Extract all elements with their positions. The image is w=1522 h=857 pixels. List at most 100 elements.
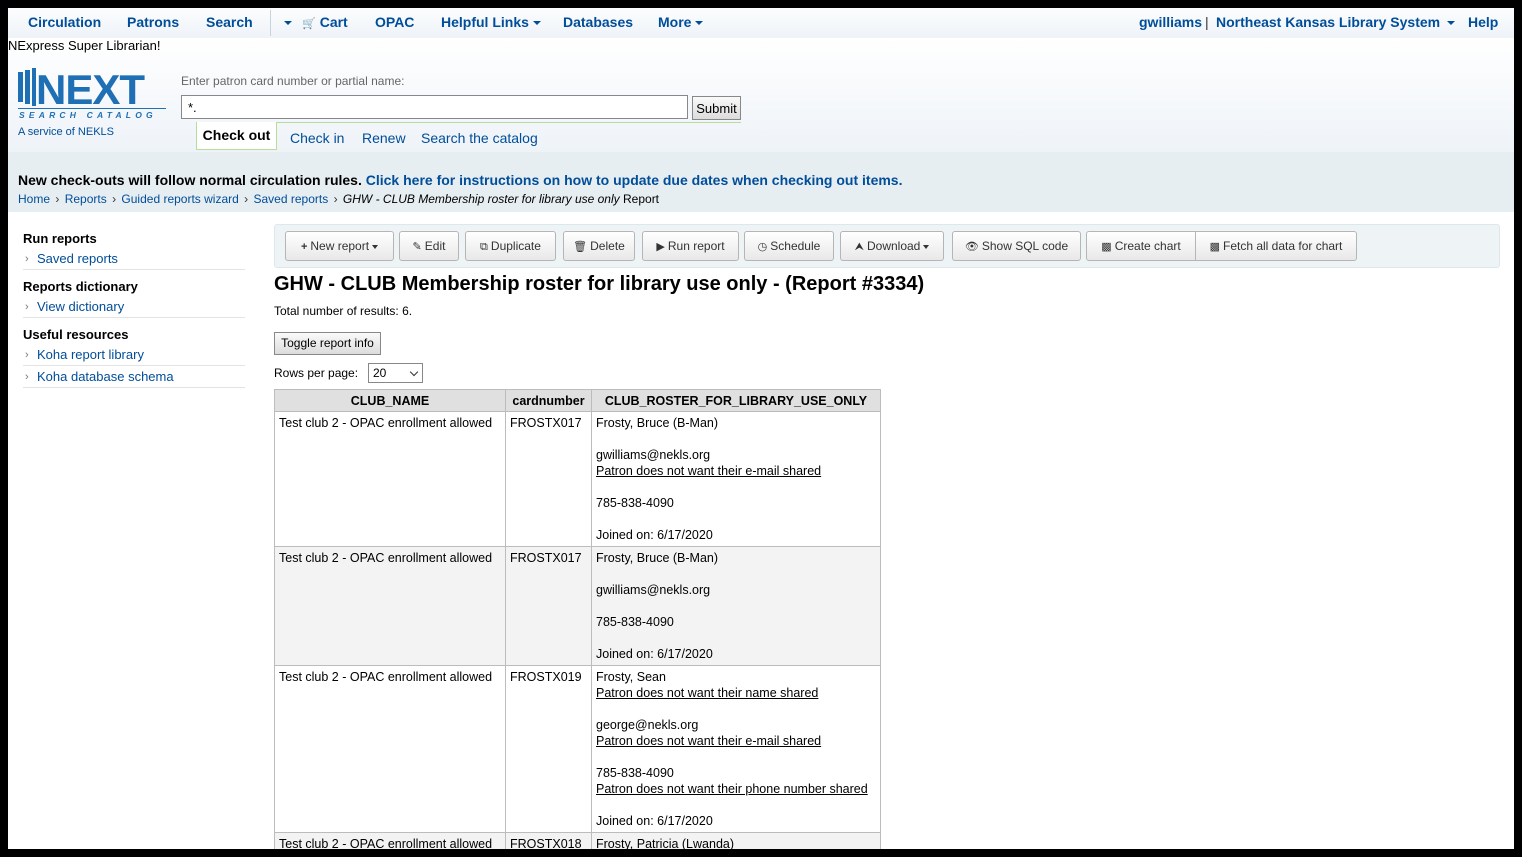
- phone-privacy-note: Patron does not want their phone number …: [596, 782, 868, 796]
- show-sql-label: Show SQL code: [981, 239, 1069, 253]
- bar-chart-icon: ▩: [1209, 241, 1220, 253]
- play-icon: ▶: [656, 241, 665, 253]
- duplicate-label: Duplicate: [490, 239, 541, 253]
- patron-phone: 785-838-4090: [596, 615, 674, 629]
- submit-button[interactable]: Submit: [692, 96, 741, 120]
- run-report-button[interactable]: ▶ Run report: [642, 231, 739, 261]
- patron-email: gwilliams@nekls.org: [596, 448, 711, 462]
- bullet-icon: ›: [25, 301, 29, 313]
- chevron-down-icon: [372, 244, 379, 249]
- breadcrumb-saved-reports[interactable]: Saved reports: [254, 192, 329, 206]
- sidebar-heading-reports-dictionary: Reports dictionary: [23, 279, 138, 294]
- sidebar-item-label: View dictionary: [37, 299, 125, 314]
- chevron-down-icon: [923, 244, 930, 249]
- nav-search[interactable]: Search: [206, 14, 253, 30]
- sidebar-item-saved-reports[interactable]: › Saved reports: [23, 248, 245, 270]
- download-label: Download: [866, 239, 921, 253]
- upload-icon: ⮝: [854, 241, 864, 253]
- create-chart-button[interactable]: ▩ Create chart: [1086, 231, 1196, 261]
- tab-check-out[interactable]: Check out: [196, 122, 277, 150]
- next-search-catalog-logo[interactable]: NEXT SEARCH CATALOG: [16, 64, 170, 122]
- nav-helpful-links[interactable]: Helpful Links: [441, 14, 541, 30]
- search-tabs-underline: [196, 122, 741, 123]
- breadcrumb-guided-reports-wizard[interactable]: Guided reports wizard: [121, 192, 238, 206]
- column-header-cardnumber[interactable]: cardnumber: [505, 389, 592, 412]
- edit-button[interactable]: ✎ Edit: [399, 231, 459, 261]
- sidebar-item-koha-report-library[interactable]: › Koha report library: [23, 344, 245, 366]
- duplicate-button[interactable]: ⧉ Duplicate: [465, 231, 556, 261]
- cell-roster: Frosty, Bruce (B-Man) gwilliams@nekls.or…: [591, 411, 881, 547]
- reports-sidebar: Run reports › Saved reports Reports dicti…: [23, 228, 245, 388]
- nav-help[interactable]: Help: [1468, 14, 1498, 30]
- patron-name: Frosty, Patricia (Lwanda): [596, 837, 735, 849]
- table-header-row: CLUB_NAME cardnumber CLUB_ROSTER_FOR_LIB…: [274, 389, 881, 412]
- browser-page: Circulation Patrons Search 🛒 Cart OPAC He…: [8, 8, 1514, 849]
- nav-more-label: More: [658, 14, 692, 30]
- joined-date: Joined on: 6/17/2020: [596, 528, 713, 542]
- nav-user-separator: |: [1205, 14, 1209, 30]
- new-report-button[interactable]: + New report: [285, 231, 394, 261]
- toggle-report-info-button[interactable]: Toggle report info: [274, 332, 381, 355]
- nav-opac[interactable]: OPAC: [375, 14, 414, 30]
- sidebar-item-view-dictionary[interactable]: › View dictionary: [23, 296, 245, 318]
- tab-renew[interactable]: Renew: [362, 130, 406, 146]
- chevron-down-icon: [532, 21, 541, 26]
- notice-band: New check-outs will follow normal circul…: [8, 152, 1514, 212]
- table-row: Test club 2 - OPAC enrollment allowed FR…: [274, 665, 881, 833]
- chevron-down-icon: [695, 21, 704, 26]
- patron-search-label: Enter patron card number or partial name…: [181, 74, 405, 88]
- plus-icon: +: [300, 241, 308, 253]
- nav-circulation[interactable]: Circulation: [28, 14, 101, 30]
- cart-icon: 🛒: [302, 18, 316, 30]
- breadcrumb-separator: ›: [112, 192, 117, 206]
- cell-club-name: Test club 2 - OPAC enrollment allowed: [274, 411, 506, 547]
- download-button[interactable]: ⮝ Download: [840, 231, 944, 261]
- table-row: Test club 2 - OPAC enrollment allowed FR…: [274, 832, 881, 849]
- column-header-club-name[interactable]: CLUB_NAME: [274, 389, 506, 412]
- nav-databases[interactable]: Databases: [563, 14, 633, 30]
- create-chart-label: Create chart: [1114, 239, 1181, 253]
- patron-card-input[interactable]: [181, 95, 688, 119]
- trash-icon: 🗑: [573, 241, 588, 253]
- show-sql-code-button[interactable]: 👁 Show SQL code: [952, 231, 1081, 261]
- breadcrumb: Home › Reports › Guided reports wizard ›…: [18, 192, 659, 206]
- email-privacy-note: Patron does not want their e-mail shared: [596, 734, 822, 748]
- bullet-icon: ›: [25, 371, 29, 383]
- header: NExpress Super Librarian! NEXT SEARCH CA…: [8, 38, 1514, 152]
- report-toolbar: + New report ✎ Edit ⧉ Duplicate 🗑 Delete ▶ Ru…: [274, 224, 1500, 268]
- bullet-icon: ›: [25, 253, 29, 265]
- total-results-value: 6.: [402, 304, 413, 318]
- breadcrumb-reports[interactable]: Reports: [65, 192, 107, 206]
- schedule-button[interactable]: ◷ Schedule: [744, 231, 834, 261]
- delete-button[interactable]: 🗑 Delete: [563, 231, 635, 261]
- name-privacy-note: Patron does not want their name shared: [596, 686, 819, 700]
- table-row: Test club 2 - OPAC enrollment allowed FR…: [274, 546, 881, 666]
- nav-cart-label: Cart: [319, 14, 348, 30]
- page-title: GHW - CLUB Membership roster for library…: [274, 273, 925, 295]
- column-header-club-roster[interactable]: CLUB_ROSTER_FOR_LIBRARY_USE_ONLY: [591, 389, 881, 412]
- patron-email: george@nekls.org: [596, 718, 699, 732]
- circulation-notice: New check-outs will follow normal circul…: [18, 172, 903, 188]
- cart-dropdown-toggle[interactable]: [280, 14, 292, 30]
- joined-date: Joined on: 6/17/2020: [596, 814, 713, 828]
- nav-patrons[interactable]: Patrons: [127, 14, 179, 30]
- nav-cart[interactable]: 🛒 Cart: [302, 14, 348, 30]
- tab-search-catalog[interactable]: Search the catalog: [421, 130, 538, 146]
- patron-phone: 785-838-4090: [596, 496, 674, 510]
- sidebar-item-koha-database-schema[interactable]: › Koha database schema: [23, 366, 245, 388]
- fetch-all-data-button[interactable]: ▩ Fetch all data for chart: [1195, 231, 1357, 261]
- notice-instructions-link[interactable]: Click here for instructions on how to up…: [366, 172, 903, 188]
- cell-club-name: Test club 2 - OPAC enrollment allowed: [274, 546, 506, 666]
- nav-library-selector[interactable]: Northeast Kansas Library System: [1216, 14, 1456, 30]
- nav-more[interactable]: More: [658, 14, 704, 30]
- top-navigation-bar: Circulation Patrons Search 🛒 Cart OPAC He…: [8, 8, 1514, 38]
- breadcrumb-home[interactable]: Home: [18, 192, 50, 206]
- rows-per-page-select[interactable]: 20: [368, 363, 423, 383]
- breadcrumb-separator: ›: [333, 192, 338, 206]
- logo-wordmark: NEXT: [36, 66, 145, 113]
- notice-text: New check-outs will follow normal circul…: [18, 172, 362, 188]
- cell-cardnumber: FROSTX019: [505, 665, 592, 833]
- tab-check-in[interactable]: Check in: [290, 130, 344, 146]
- nav-user[interactable]: gwilliams: [1139, 14, 1202, 30]
- fetch-all-data-label: Fetch all data for chart: [1223, 239, 1343, 253]
